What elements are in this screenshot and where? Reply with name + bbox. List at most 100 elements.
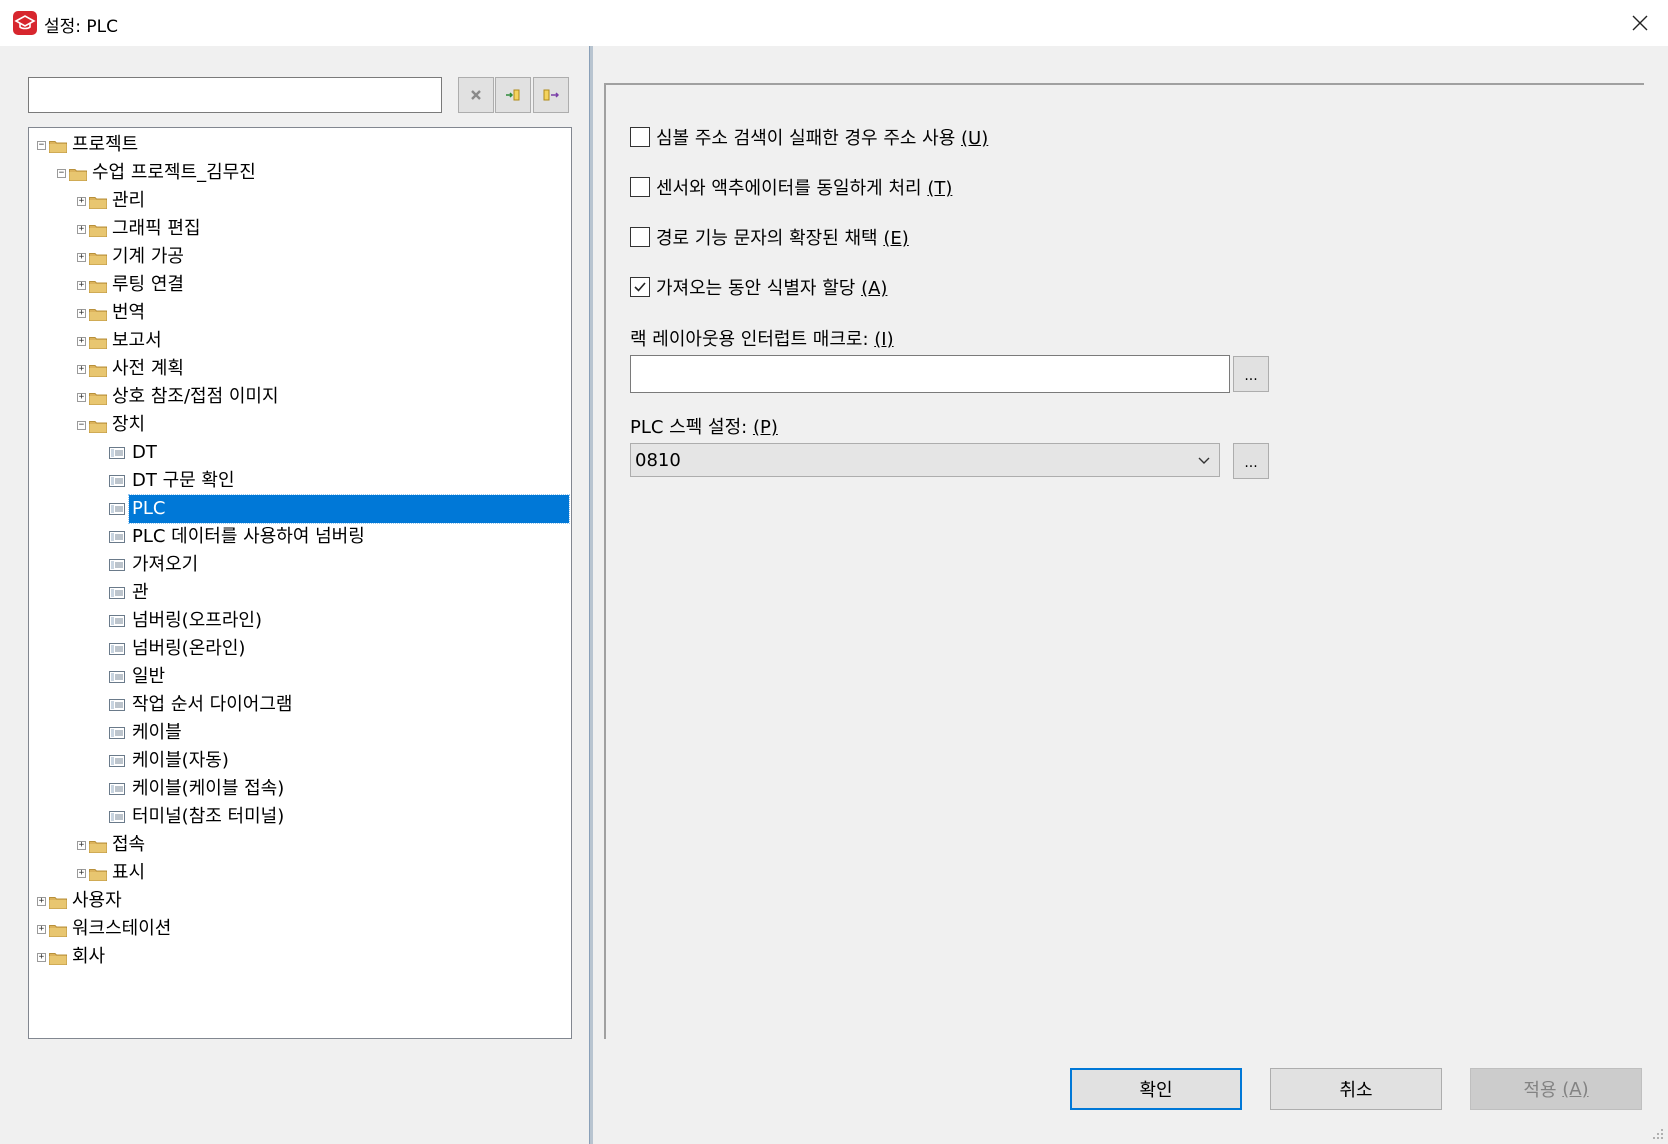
tree-node-label: 케이블(케이블 접속)	[132, 778, 285, 799]
ok-button[interactable]: 확인	[1070, 1068, 1242, 1110]
tree-root-item[interactable]: + 회사	[29, 943, 569, 971]
folder-icon	[89, 841, 107, 853]
expand-plus-icon[interactable]: +	[77, 841, 86, 850]
rack-macro-label-text: 랙 레이아웃용 인터럽트 매크로:	[630, 329, 869, 350]
rack-macro-input[interactable]	[630, 355, 1230, 393]
tree-root-item[interactable]: + 워크스테이션	[29, 915, 569, 943]
option-extended-function-row[interactable]: 경로 기능 문자의 확장된 채택 (E)	[630, 224, 909, 250]
expand-tree-button[interactable]	[495, 77, 531, 113]
tree-node-label: 일반	[132, 666, 166, 687]
tree-node-label: 넘버링(오프라인)	[132, 610, 262, 631]
search-input[interactable]	[28, 77, 442, 113]
settings-page-icon	[109, 587, 125, 599]
expand-plus-icon[interactable]: +	[77, 197, 86, 206]
settings-page-icon	[109, 699, 125, 711]
tree-folder-item[interactable]: + 사전 계획	[29, 355, 569, 383]
tree-leaf-item[interactable]: DT	[29, 439, 569, 467]
tree-node-project[interactable]: − 수업 프로젝트_김무진	[29, 159, 569, 187]
tree-node-label: 보고서	[112, 330, 162, 351]
tree-folder-item[interactable]: + 접속	[29, 831, 569, 859]
tree-node-label: 상호 참조/접점 이미지	[112, 386, 279, 407]
tree-node-label: 기계 가공	[112, 246, 184, 267]
collapse-tree-button[interactable]	[533, 77, 569, 113]
tree-item-selected[interactable]: PLC	[29, 494, 570, 524]
sensor-actuator-checkbox[interactable]	[630, 177, 650, 197]
tree-folder-item[interactable]: + 기계 가공	[29, 243, 569, 271]
tree-folder-device[interactable]: − 장치	[29, 411, 569, 439]
tree-node-label: 사용자	[72, 890, 122, 911]
tree-root-item[interactable]: + 사용자	[29, 887, 569, 915]
tree-leaf-item[interactable]: 넘버링(온라인)	[29, 635, 569, 663]
assign-identifier-checkbox[interactable]	[630, 277, 650, 297]
window-title: 설정: PLC	[44, 17, 119, 37]
tree-folder-item[interactable]: + 번역	[29, 299, 569, 327]
tree-leaf-item[interactable]: 터미널(참조 터미널)	[29, 803, 569, 831]
close-button[interactable]	[1620, 6, 1660, 40]
title-bar: 설정: PLC	[0, 0, 1668, 46]
expand-plus-icon[interactable]: +	[77, 225, 86, 234]
plc-spec-select[interactable]: 0810	[630, 443, 1220, 477]
tree-leaf-item[interactable]: 케이블(자동)	[29, 747, 569, 775]
settings-tree[interactable]: − 프로젝트 − 수업 프로젝트_김무진 + 관리 + 그래픽 편집 + 기계 가공 + 루팅 연결 +…	[28, 127, 572, 1039]
rack-macro-browse-button[interactable]: ...	[1233, 356, 1269, 392]
clear-search-button[interactable]	[458, 77, 494, 113]
tree-node-label: PLC	[128, 494, 570, 524]
resize-grip-icon[interactable]	[1650, 1126, 1664, 1140]
rack-macro-label: 랙 레이아웃용 인터럽트 매크로: (I)	[630, 325, 894, 351]
settings-page-icon	[109, 503, 125, 515]
use-address-checkbox[interactable]	[630, 127, 650, 147]
expand-plus-icon[interactable]: +	[77, 309, 86, 318]
tree-leaf-item[interactable]: 관	[29, 579, 569, 607]
option-sensor-actuator-row[interactable]: 센서와 액추에이터를 동일하게 처리 (T)	[630, 174, 952, 200]
option-assign-identifier-row[interactable]: 가져오는 동안 식별자 할당 (A)	[630, 274, 887, 300]
settings-page-icon	[109, 559, 125, 571]
expand-plus-icon[interactable]: +	[77, 253, 86, 262]
expand-plus-icon[interactable]: +	[77, 337, 86, 346]
tree-folder-item[interactable]: + 관리	[29, 187, 569, 215]
collapse-tree-icon	[543, 89, 559, 101]
collapse-minus-icon[interactable]: −	[57, 169, 66, 178]
expand-plus-icon[interactable]: +	[77, 281, 86, 290]
pane-splitter[interactable]	[589, 46, 593, 1144]
plc-spec-browse-button[interactable]: ...	[1233, 443, 1269, 479]
tree-node-label: DT 구문 확인	[132, 470, 235, 491]
settings-page-icon	[109, 755, 125, 767]
folder-icon	[89, 225, 107, 237]
tree-folder-item[interactable]: + 보고서	[29, 327, 569, 355]
tree-folder-item[interactable]: + 표시	[29, 859, 569, 887]
settings-page-icon	[109, 475, 125, 487]
tree-leaf-item[interactable]: 넘버링(오프라인)	[29, 607, 569, 635]
expand-plus-icon[interactable]: +	[77, 393, 86, 402]
tree-node-label: 관리	[112, 190, 146, 211]
plc-spec-label-text: PLC 스펙 설정:	[630, 417, 748, 438]
expand-plus-icon[interactable]: +	[37, 953, 46, 962]
tree-leaf-item[interactable]: 작업 순서 다이어그램	[29, 691, 569, 719]
tree-leaf-item[interactable]: DT 구문 확인	[29, 467, 569, 495]
tree-node-label: 케이블	[132, 722, 182, 743]
tree-node-project-root[interactable]: − 프로젝트	[29, 131, 569, 159]
tree-leaf-item[interactable]: 케이블	[29, 719, 569, 747]
graduation-cap-icon	[13, 11, 37, 35]
expand-plus-icon[interactable]: +	[77, 869, 86, 878]
tree-leaf-item[interactable]: 가져오기	[29, 551, 569, 579]
collapse-minus-icon[interactable]: −	[77, 421, 86, 430]
expand-plus-icon[interactable]: +	[37, 897, 46, 906]
tree-leaf-item[interactable]: PLC 데이터를 사용하여 넘버링	[29, 523, 569, 551]
tree-leaf-item[interactable]: 케이블(케이블 접속)	[29, 775, 569, 803]
collapse-minus-icon[interactable]: −	[37, 141, 46, 150]
tree-folder-item[interactable]: + 그래픽 편집	[29, 215, 569, 243]
tree-folder-item[interactable]: + 상호 참조/접점 이미지	[29, 383, 569, 411]
apply-button[interactable]: 적용 (A)	[1470, 1068, 1642, 1110]
tree-leaf-item[interactable]: 일반	[29, 663, 569, 691]
expand-plus-icon[interactable]: +	[77, 365, 86, 374]
tree-node-label: 루팅 연결	[112, 274, 184, 295]
tree-node-label: 번역	[112, 302, 146, 323]
extended-function-checkbox[interactable]	[630, 227, 650, 247]
option-use-address-row[interactable]: 심볼 주소 검색이 실패한 경우 주소 사용 (U)	[630, 124, 988, 150]
folder-icon	[89, 365, 107, 377]
expand-plus-icon[interactable]: +	[37, 925, 46, 934]
cancel-button[interactable]: 취소	[1270, 1068, 1442, 1110]
folder-icon	[49, 925, 67, 937]
tree-folder-item[interactable]: + 루팅 연결	[29, 271, 569, 299]
tree-node-label: 가져오기	[132, 554, 199, 575]
